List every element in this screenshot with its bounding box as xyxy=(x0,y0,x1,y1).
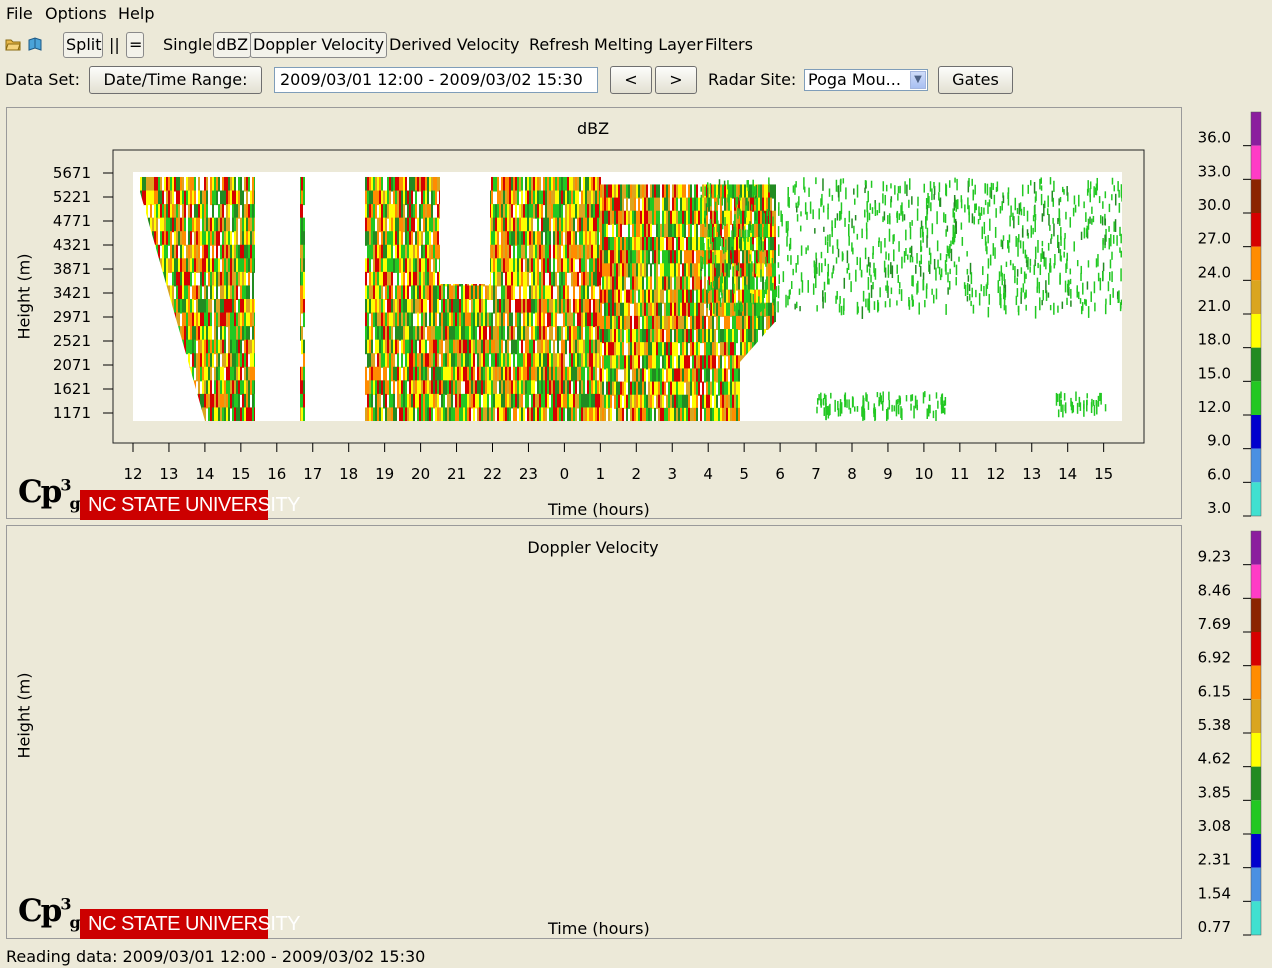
dbz-y-tick-label: 4771 xyxy=(53,212,91,230)
dbz-y-tick-label: 1171 xyxy=(53,404,91,422)
doppler-colorbar-label: 2.31 xyxy=(1198,851,1231,869)
dbz-colorbar-label: 3.0 xyxy=(1207,499,1231,517)
dbz-colorbar-segment xyxy=(1251,280,1261,314)
doppler-colorbar-segment xyxy=(1251,598,1261,632)
dbz-colorbar-label: 12.0 xyxy=(1198,398,1231,416)
dbz-y-tick-label: 2071 xyxy=(53,356,91,374)
dbz-colorbar-label: 21.0 xyxy=(1198,297,1231,315)
doppler-colorbar-segment xyxy=(1251,665,1261,700)
dbz-colorbar-segment xyxy=(1251,415,1261,449)
doppler-colorbar-segment xyxy=(1251,699,1261,733)
doppler-colorbar-segment xyxy=(1251,632,1261,666)
doppler-title: Doppler Velocity xyxy=(527,538,659,557)
doppler-colorbar-label: 3.85 xyxy=(1198,783,1231,801)
dbz-x-tick-label: 12 xyxy=(986,465,1005,483)
dbz-y-tick-label: 5221 xyxy=(53,188,91,206)
doppler-colorbar-label: 7.69 xyxy=(1198,615,1231,633)
dbz-colorbar-label: 6.0 xyxy=(1207,465,1231,483)
doppler-colorbar-segment xyxy=(1251,564,1261,599)
dbz-x-tick-label: 6 xyxy=(775,465,785,483)
dbz-x-tick-label: 9 xyxy=(883,465,893,483)
dbz-y-tick-label: 2971 xyxy=(53,308,91,326)
dbz-x-tick-label: 15 xyxy=(231,465,250,483)
dbz-colorbar-label: 18.0 xyxy=(1198,331,1231,349)
dbz-x-tick-label: 14 xyxy=(1058,465,1077,483)
doppler-colorbar-segment xyxy=(1251,733,1261,767)
doppler-colorbar-segment xyxy=(1251,766,1261,801)
dbz-y-tick-label: 3421 xyxy=(53,284,91,302)
doppler-panel xyxy=(6,525,1182,939)
dbz-x-tick-label: 1 xyxy=(596,465,606,483)
doppler-colorbar-label: 1.54 xyxy=(1198,884,1231,902)
dbz-x-tick-label: 12 xyxy=(123,465,142,483)
dbz-x-tick-label: 23 xyxy=(519,465,538,483)
dbz-colorbar-segment xyxy=(1251,448,1261,483)
status-bar: Reading data: 2009/03/01 12:00 - 2009/03… xyxy=(6,947,426,966)
dbz-x-tick-label: 14 xyxy=(195,465,214,483)
dbz-colorbar-segment xyxy=(1251,482,1261,516)
doppler-colorbar-label: 9.23 xyxy=(1198,548,1231,566)
dbz-x-tick-label: 17 xyxy=(303,465,322,483)
dbz-y-tick-label: 5671 xyxy=(53,164,91,182)
dbz-x-tick-label: 13 xyxy=(1022,465,1041,483)
dbz-colorbar-segment xyxy=(1251,145,1261,180)
ncsu-logo-2: NC STATE UNIVERSITY xyxy=(80,909,301,939)
dbz-colorbar-segment xyxy=(1251,112,1261,146)
dbz-x-tick-label: 0 xyxy=(560,465,570,483)
dbz-x-tick-label: 2 xyxy=(632,465,642,483)
dbz-colorbar-label: 24.0 xyxy=(1198,263,1231,281)
doppler-colorbar-segment xyxy=(1251,867,1261,902)
dbz-x-tick-label: 16 xyxy=(267,465,286,483)
dbz-x-tick-label: 4 xyxy=(703,465,713,483)
dbz-y-tick-label: 4321 xyxy=(53,236,91,254)
dbz-y-tick-label: 1621 xyxy=(53,380,91,398)
dbz-x-tick-label: 8 xyxy=(847,465,857,483)
dbz-colorbar-segment xyxy=(1251,179,1261,213)
dbz-x-tick-label: 20 xyxy=(411,465,430,483)
dbz-y-tick-label: 2521 xyxy=(53,332,91,350)
doppler-colorbar-label: 4.62 xyxy=(1198,750,1231,768)
dbz-colorbar-segment xyxy=(1251,347,1261,382)
doppler-colorbar-segment xyxy=(1251,901,1261,935)
dbz-x-tick-label: 5 xyxy=(739,465,749,483)
dbz-colorbar-segment xyxy=(1251,246,1261,281)
dbz-x-tick-label: 10 xyxy=(914,465,933,483)
dbz-colorbar-segment xyxy=(1251,314,1261,348)
dbz-x-tick-label: 3 xyxy=(667,465,677,483)
doppler-colorbar-segment xyxy=(1251,800,1261,834)
dbz-colorbar-label: 9.0 xyxy=(1207,432,1231,450)
dbz-x-tick-label: 13 xyxy=(159,465,178,483)
dbz-colorbar-label: 27.0 xyxy=(1198,230,1231,248)
cp3-logo-text: Cp3g xyxy=(18,474,81,514)
dbz-x-tick-label: 11 xyxy=(950,465,969,483)
dbz-colorbar-label: 15.0 xyxy=(1198,364,1231,382)
dbz-x-tick-label: 18 xyxy=(339,465,358,483)
dbz-x-axis-title: Time (hours) xyxy=(548,500,650,519)
doppler-x-axis-title: Time (hours) xyxy=(548,919,650,938)
dbz-x-tick-label: 7 xyxy=(811,465,821,483)
dbz-colorbar-segment xyxy=(1251,213,1261,247)
dbz-x-tick-label: 15 xyxy=(1094,465,1113,483)
dbz-x-tick-label: 19 xyxy=(375,465,394,483)
dbz-colorbar-label: 30.0 xyxy=(1198,196,1231,214)
doppler-colorbar-label: 8.46 xyxy=(1198,581,1231,599)
dbz-colorbar-label: 36.0 xyxy=(1198,129,1231,147)
dbz-y-axis-title: Height (m) xyxy=(14,252,34,340)
doppler-colorbar-segment xyxy=(1251,834,1261,868)
doppler-colorbar-segment xyxy=(1251,531,1261,565)
doppler-colorbar-label: 6.15 xyxy=(1198,682,1231,700)
dbz-x-tick-label: 21 xyxy=(447,465,466,483)
dbz-x-tick-label: 22 xyxy=(483,465,502,483)
doppler-y-axis-title: Height (m) xyxy=(14,671,34,759)
doppler-colorbar-label: 3.08 xyxy=(1198,817,1231,835)
dbz-y-tick-label: 3871 xyxy=(53,260,91,278)
doppler-colorbar-label: 0.77 xyxy=(1198,918,1231,936)
dbz-colorbar-segment xyxy=(1251,381,1261,415)
dbz-colorbar-label: 33.0 xyxy=(1198,162,1231,180)
doppler-colorbar-label: 5.38 xyxy=(1198,716,1231,734)
cp3-logo-text-2: Cp3g xyxy=(18,893,81,933)
doppler-colorbar-label: 6.92 xyxy=(1198,649,1231,667)
ncsu-logo: NC STATE UNIVERSITY xyxy=(80,490,301,520)
